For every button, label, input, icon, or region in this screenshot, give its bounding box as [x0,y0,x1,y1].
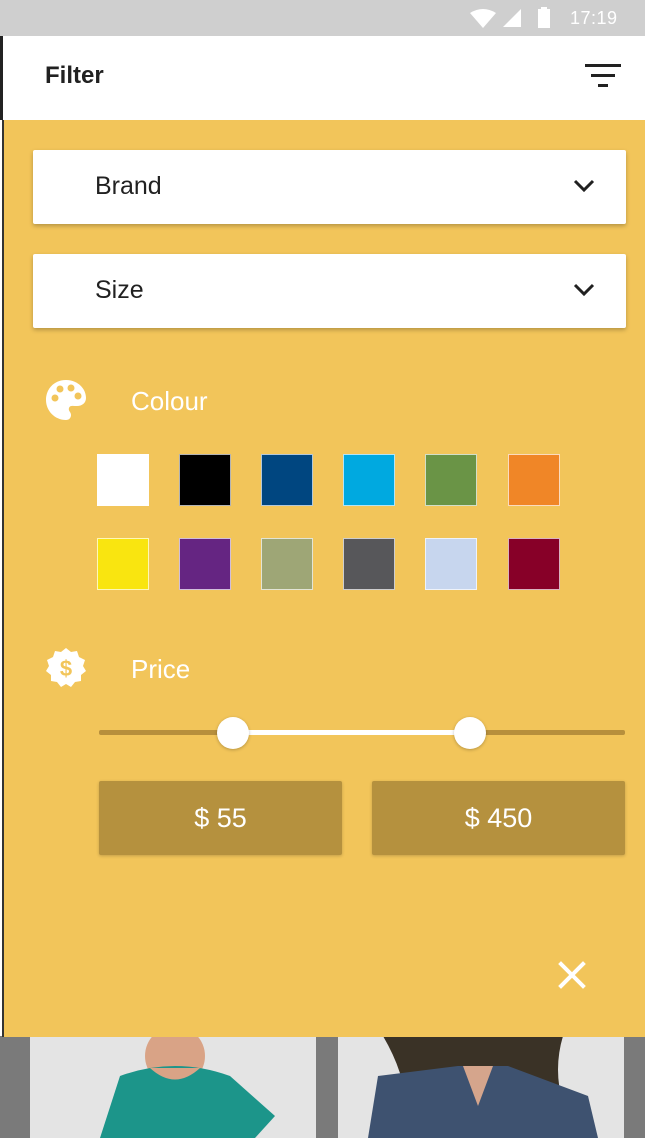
colour-swatch-olive[interactable] [261,538,313,590]
palette-icon [46,380,86,420]
colour-swatch-gray[interactable] [343,538,395,590]
price-min-value: $ 55 [194,802,247,833]
status-bar: 17:19 [0,0,645,36]
product-grid-background [0,1036,645,1138]
filter-list-icon[interactable] [581,58,625,98]
wifi-icon [470,9,496,28]
brand-dropdown[interactable]: Brand [33,150,626,224]
price-title: Price [131,654,191,684]
app-bar: Filter [0,36,645,120]
dollar-badge-icon: $ [46,648,86,687]
colour-swatch-black[interactable] [179,454,231,506]
chevron-down-icon [573,179,595,193]
battery-icon [538,7,550,28]
slider-thumb-max[interactable] [453,717,486,749]
size-label: Size [95,276,144,304]
colour-swatch-light-blue[interactable] [425,538,477,590]
colour-swatch-green[interactable] [425,454,477,506]
price-min-box[interactable]: $ 55 [99,781,342,855]
price-max-box[interactable]: $ 450 [372,781,625,855]
brand-label: Brand [95,172,162,200]
signal-icon [503,9,521,27]
status-time: 17:19 [570,8,618,28]
slider-thumb-min[interactable] [217,717,250,749]
jacket-image [338,1036,624,1138]
tshirt-image [30,1036,316,1138]
colour-swatch-cyan[interactable] [343,454,395,506]
svg-text:$: $ [60,656,72,681]
price-range-slider[interactable] [99,713,625,753]
page-title: Filter [45,62,104,89]
size-dropdown[interactable]: Size [33,254,626,328]
price-max-value: $ 450 [464,802,533,833]
chevron-down-icon [573,283,595,297]
colour-title: Colour [131,386,208,416]
filter-panel: Brand Size Colour $ Price $ 55 $ 450 [2,120,645,1037]
product-card[interactable] [30,1036,316,1138]
colour-swatch-navy[interactable] [261,454,313,506]
colour-swatch-orange[interactable] [508,454,560,506]
colour-swatch-white[interactable] [97,454,149,506]
close-icon[interactable] [555,958,589,992]
colour-swatch-yellow[interactable] [97,538,149,590]
product-card[interactable] [338,1036,624,1138]
colour-swatch-purple[interactable] [179,538,231,590]
slider-selected-range [233,730,470,735]
colour-swatch-maroon[interactable] [508,538,560,590]
